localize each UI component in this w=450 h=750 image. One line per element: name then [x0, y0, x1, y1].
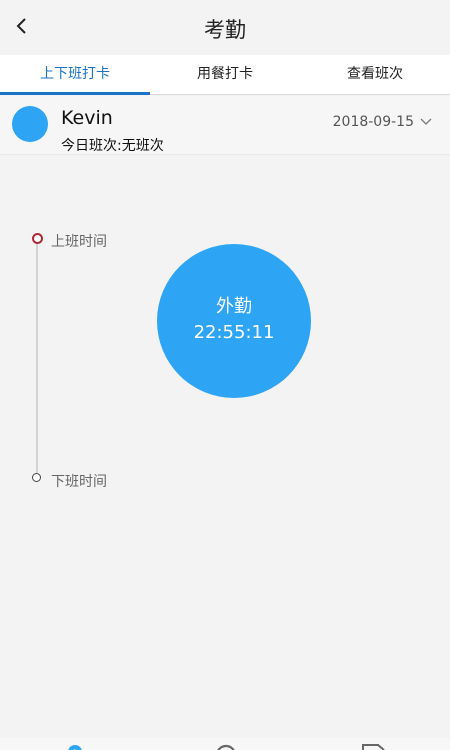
timeline-line: [36, 243, 38, 473]
header-bar: 考勤: [0, 0, 450, 55]
clock-out-label: 下班时间: [51, 474, 107, 490]
nav-punch[interactable]: [66, 743, 84, 750]
tab-bar: 上下班打卡 用餐打卡 查看班次: [0, 55, 450, 95]
timeline-start-dot: [32, 233, 43, 244]
tab-commute-punch[interactable]: 上下班打卡: [0, 55, 150, 95]
document-icon: [362, 744, 385, 750]
page-title: 考勤: [204, 18, 246, 42]
avatar: [12, 106, 48, 142]
today-shift: 今日班次:无班次: [61, 138, 164, 154]
punch-type: 外勤: [216, 296, 252, 317]
chevron-down-icon: [420, 118, 432, 125]
nav-reports[interactable]: [361, 743, 387, 750]
timeline-end-dot: [32, 473, 41, 482]
location-icon: [68, 745, 82, 750]
user-info-row: Kevin 今日班次:无班次 2018-09-15: [0, 96, 450, 155]
nav-records[interactable]: [214, 743, 238, 750]
punch-button[interactable]: 外勤 22:55:11: [157, 244, 311, 398]
clock-icon: [217, 744, 235, 750]
user-name: Kevin: [61, 107, 113, 129]
tab-meal-punch[interactable]: 用餐打卡: [150, 55, 300, 94]
clock-in-label: 上班时间: [51, 234, 107, 250]
bottom-nav: [0, 738, 450, 750]
date-selector[interactable]: 2018-09-15: [333, 114, 432, 130]
tab-view-shifts[interactable]: 查看班次: [300, 55, 450, 94]
date-value: 2018-09-15: [332, 114, 414, 130]
punch-time: 22:55:11: [193, 322, 275, 343]
